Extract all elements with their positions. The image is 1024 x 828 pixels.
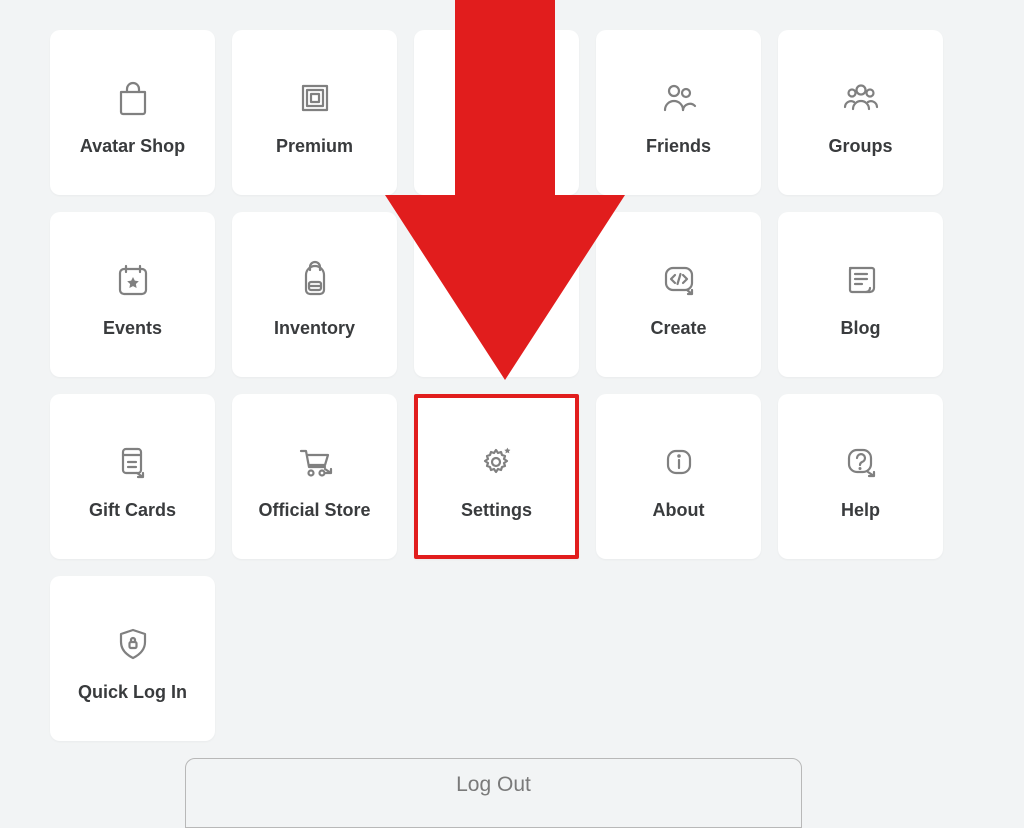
tile-my-feed[interactable]: M — [414, 212, 579, 377]
tile-gift-cards[interactable]: Gift Cards — [50, 394, 215, 559]
tile-label: Groups — [828, 136, 892, 157]
logout-button[interactable]: Log Out — [185, 758, 802, 828]
tile-label: M — [489, 318, 504, 339]
tile-label: Official Store — [258, 500, 370, 521]
tile-help[interactable]: Help — [778, 394, 943, 559]
tile-quick-login[interactable]: Quick Log In — [50, 576, 215, 741]
tile-friends[interactable]: Friends — [596, 30, 761, 195]
tile-events[interactable]: Events — [50, 212, 215, 377]
groups-icon — [841, 68, 881, 128]
tile-avatar-shop[interactable]: Avatar Shop — [50, 30, 215, 195]
friends-icon — [659, 68, 699, 128]
tile-premium[interactable]: Premium — [232, 30, 397, 195]
tile-label: Inventory — [274, 318, 355, 339]
tile-blog[interactable]: Blog — [778, 212, 943, 377]
tile-label: Create — [650, 318, 706, 339]
tile-label: Events — [103, 318, 162, 339]
backpack-icon — [295, 250, 335, 310]
tile-about[interactable]: About — [596, 394, 761, 559]
cart-icon — [295, 432, 335, 492]
tile-messages[interactable] — [414, 30, 579, 195]
shopping-bag-icon — [113, 68, 153, 128]
tile-label: Friends — [646, 136, 711, 157]
calendar-star-icon — [113, 250, 153, 310]
blog-icon — [841, 250, 881, 310]
lock-shield-icon — [113, 614, 153, 674]
tile-label: Blog — [841, 318, 881, 339]
tile-settings[interactable]: Settings — [414, 394, 579, 559]
menu-grid: Avatar Shop Premium — [0, 0, 1024, 741]
tile-label: Quick Log In — [78, 682, 187, 703]
premium-icon — [295, 68, 335, 128]
tile-label: About — [653, 500, 705, 521]
tile-official-store[interactable]: Official Store — [232, 394, 397, 559]
logout-label: Log Out — [456, 773, 531, 796]
tile-label: Help — [841, 500, 880, 521]
tile-label: Settings — [461, 500, 532, 521]
help-icon — [841, 432, 881, 492]
gift-card-icon — [113, 432, 153, 492]
tile-create[interactable]: Create — [596, 212, 761, 377]
tile-label: Premium — [276, 136, 353, 157]
gear-icon — [477, 432, 517, 492]
tile-inventory[interactable]: Inventory — [232, 212, 397, 377]
tile-label: Avatar Shop — [80, 136, 185, 157]
code-icon — [659, 250, 699, 310]
tile-groups[interactable]: Groups — [778, 30, 943, 195]
tile-label: Gift Cards — [89, 500, 176, 521]
feed-icon — [477, 250, 517, 310]
info-icon — [659, 432, 699, 492]
message-icon — [477, 79, 517, 139]
